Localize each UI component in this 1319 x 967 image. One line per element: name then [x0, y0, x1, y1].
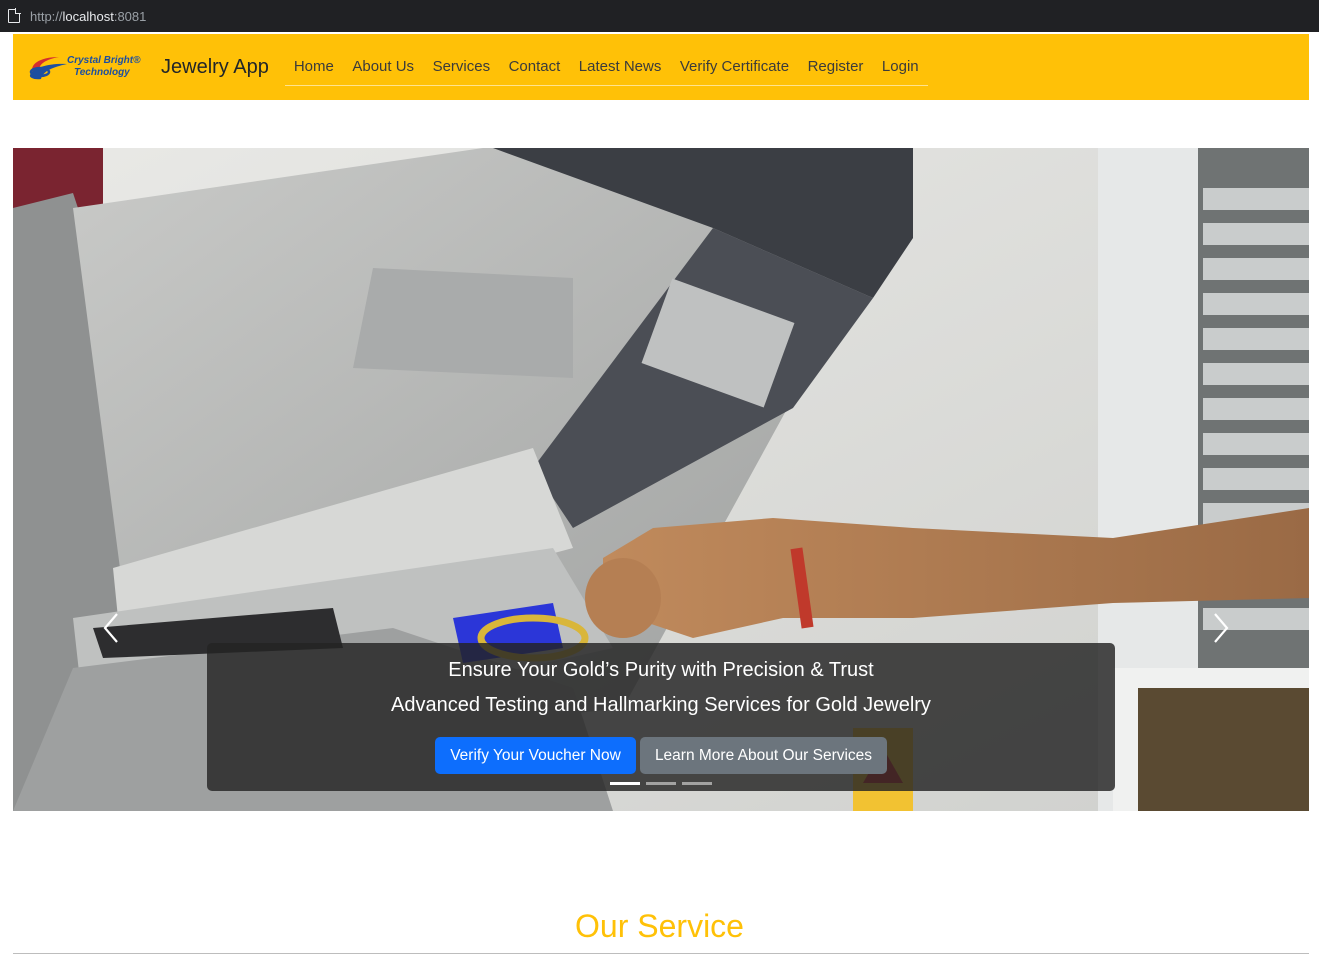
section-divider	[13, 953, 1309, 954]
nav-link-contact[interactable]: Contact	[509, 58, 561, 75]
carousel-caption: Ensure Your Gold’s Purity with Precision…	[207, 643, 1115, 791]
carousel-indicators	[610, 782, 718, 785]
caption-heading: Ensure Your Gold’s Purity with Precision…	[448, 659, 874, 681]
caption-subheading: Advanced Testing and Hallmarking Service…	[391, 694, 931, 716]
carousel-indicator-3[interactable]	[682, 782, 712, 785]
browser-address-bar[interactable]: http://localhost:8081	[0, 0, 1319, 32]
our-service-heading: Our Service	[575, 908, 744, 944]
hero-carousel: Ensure Your Gold’s Purity with Precision…	[13, 148, 1309, 811]
nav-links: Home About Us Services Contact Latest Ne…	[284, 48, 928, 86]
chevron-left-icon[interactable]	[101, 611, 121, 645]
logo-line2: Technology	[74, 67, 130, 78]
nav-link-verify-certificate[interactable]: Verify Certificate	[680, 58, 789, 75]
carousel-indicator-2[interactable]	[646, 782, 676, 785]
nav-link-services[interactable]: Services	[433, 58, 491, 75]
address-url[interactable]: http://localhost:8081	[30, 9, 146, 24]
learn-more-services-button[interactable]: Learn More About Our Services	[640, 737, 887, 774]
logo-line1: Crystal Bright®	[67, 55, 141, 66]
nav-link-about-us[interactable]: About Us	[352, 58, 414, 75]
page-icon	[8, 8, 21, 23]
verify-voucher-button[interactable]: Verify Your Voucher Now	[435, 737, 636, 774]
navbar: Crystal Bright® Technology Jewelry App H…	[13, 34, 1309, 100]
nav-link-home[interactable]: Home	[294, 58, 334, 75]
brand-title[interactable]: Jewelry App	[161, 56, 269, 79]
nav-link-latest-news[interactable]: Latest News	[579, 58, 662, 75]
nav-link-register[interactable]: Register	[808, 58, 864, 75]
carousel-indicator-1[interactable]	[610, 782, 640, 785]
nav-link-login[interactable]: Login	[882, 58, 919, 75]
chevron-right-icon[interactable]	[1211, 611, 1231, 645]
company-logo[interactable]: Crystal Bright® Technology	[27, 49, 141, 85]
